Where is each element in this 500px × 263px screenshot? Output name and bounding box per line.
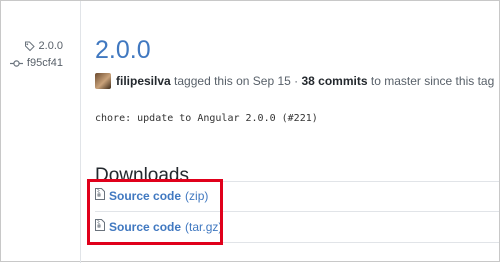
author-link[interactable]: filipesilva: [116, 74, 171, 88]
commit-link[interactable]: f95cf41: [9, 57, 63, 69]
commit-message: chore: update to Angular 2.0.0 (#221): [95, 113, 318, 124]
release-title[interactable]: 2.0.0: [95, 35, 151, 65]
tagged-text: tagged this on Sep 15 ·: [174, 74, 299, 88]
since-text: to master since this tag: [370, 74, 495, 88]
release-meta: filipesilva tagged this on Sep 15 · 38 c…: [95, 73, 494, 89]
commits-count-link[interactable]: 38 commits: [301, 74, 367, 88]
tag-label: 2.0.0: [38, 40, 63, 52]
tag-icon: [24, 41, 35, 52]
git-commit-icon: [9, 59, 23, 68]
commit-sha: f95cf41: [26, 57, 63, 69]
avatar[interactable]: [95, 73, 111, 89]
release-sidebar: 2.0.0 f95cf41: [1, 1, 81, 263]
tag-link[interactable]: 2.0.0: [24, 40, 63, 52]
sidebar-divider: [80, 1, 81, 263]
highlight-box: [87, 179, 223, 245]
